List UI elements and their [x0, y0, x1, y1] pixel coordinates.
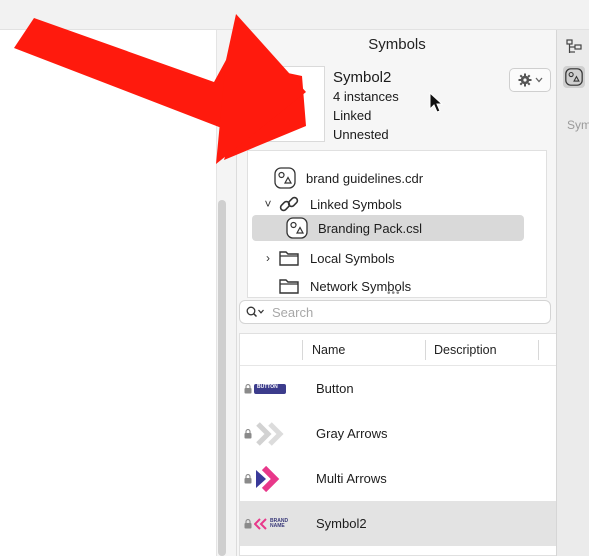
lock-icon — [244, 428, 252, 438]
table-row-multi-arrows[interactable]: Multi Arrows — [240, 456, 556, 501]
table-row-symbol2[interactable]: BRAND NAME Symbol2 — [240, 501, 556, 546]
tree-item-local-symbols[interactable]: › Local Symbols — [262, 245, 546, 271]
tree-item-label: brand guidelines.cdr — [306, 170, 424, 186]
lock-icon — [244, 518, 252, 528]
symbols-table: Name Description BUTTON Button Gray Arro… — [239, 333, 557, 556]
symbol-link-state: Linked — [333, 108, 372, 123]
lock-icon — [244, 383, 252, 393]
document-canvas[interactable] — [0, 30, 216, 556]
search-input[interactable] — [272, 304, 532, 320]
symbol-info: Symbol2 4 instances Linked Unnested — [333, 68, 399, 144]
panel-title: Symbols — [368, 36, 426, 53]
table-row-button[interactable]: BUTTON Button — [240, 366, 556, 411]
tree-item-label: Linked Symbols — [310, 196, 402, 212]
tree-item-label: Local Symbols — [310, 250, 395, 266]
tab-object-manager[interactable] — [563, 36, 585, 58]
search-field[interactable] — [239, 300, 551, 324]
canvas-scrollbar[interactable] — [218, 200, 226, 556]
symbol-instances: 4 instances — [333, 89, 399, 104]
lock-icon — [244, 473, 252, 483]
options-menu-button[interactable] — [509, 68, 551, 92]
thumbnail-text: BRAND NAME — [270, 517, 289, 529]
tree-item-brand-guidelines[interactable]: brand guidelines.cdr — [274, 165, 546, 191]
column-header-name[interactable]: Name — [312, 343, 345, 357]
symbol-file-icon — [274, 167, 296, 189]
symbol-nesting: Unnested — [333, 127, 389, 142]
symbol-icon — [565, 68, 583, 86]
docker-tab-strip: Sym — [556, 30, 589, 556]
multi-arrows-thumbnail — [254, 465, 290, 492]
column-divider — [302, 340, 303, 360]
thumbnail-text: BUTTON — [257, 383, 278, 390]
tab-symbols[interactable] — [563, 66, 585, 88]
row-name: Button — [316, 381, 354, 396]
top-toolbar — [0, 0, 589, 30]
row-name: Multi Arrows — [316, 471, 387, 486]
button-symbol-thumbnail: BUTTON — [254, 378, 290, 400]
search-icon — [246, 306, 264, 318]
splitter-grip[interactable]: ••• — [387, 288, 401, 299]
symbols-panel: Symbols Symbol2 4 instances Linked Unnes… — [236, 30, 557, 556]
column-divider — [538, 340, 539, 360]
tree-item-label: Branding Pack.csl — [318, 220, 423, 236]
table-header: Name Description — [240, 334, 556, 366]
mouse-cursor-icon — [429, 92, 444, 113]
gray-arrows-thumbnail — [254, 421, 290, 446]
brand-name-thumbnail: BRAND NAME — [254, 513, 290, 535]
chevron-down-icon — [535, 77, 542, 83]
chevron-right-icon[interactable]: › — [262, 251, 274, 265]
tree-item-linked-symbols[interactable]: ˅ Linked Symbols — [262, 191, 546, 217]
folder-icon — [278, 275, 300, 297]
chevron-down-icon[interactable]: ˅ — [262, 197, 274, 211]
row-name: Gray Arrows — [316, 426, 388, 441]
gear-icon — [518, 73, 531, 87]
symbol-name: Symbol2 — [333, 69, 392, 86]
tree-item-network-symbols[interactable]: Network Symbols — [278, 273, 546, 297]
docker-tab-label[interactable]: Sym — [567, 118, 589, 132]
folder-icon — [278, 247, 300, 269]
row-name: Symbol2 — [316, 516, 367, 531]
symbol-file-icon — [286, 217, 308, 239]
column-divider — [425, 340, 426, 360]
symbol-preview — [263, 66, 325, 142]
hierarchy-icon — [566, 39, 582, 53]
link-icon — [278, 193, 300, 215]
table-row-gray-arrows[interactable]: Gray Arrows — [240, 411, 556, 456]
column-header-description[interactable]: Description — [434, 343, 497, 357]
symbol-library-tree: brand guidelines.cdr ˅ Linked Symbols Br… — [247, 150, 547, 298]
tree-item-branding-pack[interactable]: Branding Pack.csl — [252, 215, 524, 241]
